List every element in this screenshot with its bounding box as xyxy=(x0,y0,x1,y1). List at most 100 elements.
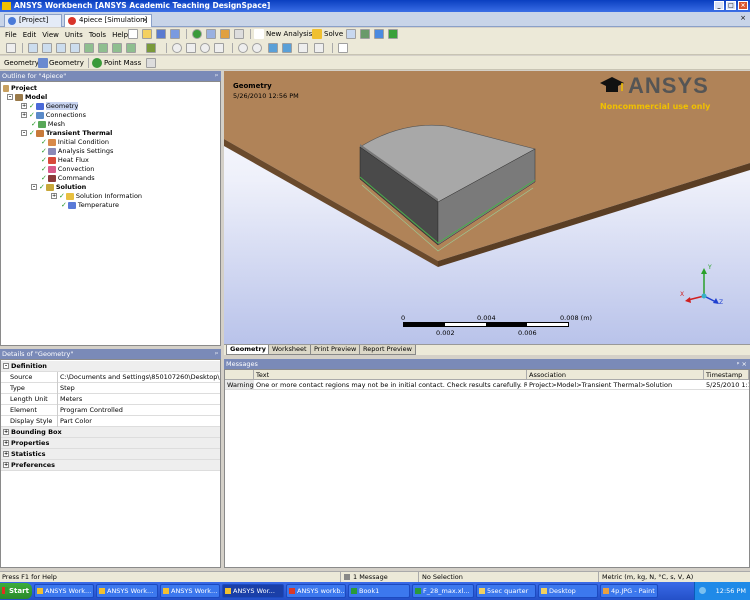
taskbar-item[interactable]: Book1 xyxy=(348,584,410,598)
tab-report-preview[interactable]: Report Preview xyxy=(359,345,416,355)
tree-item-connections[interactable]: + ✓ Connections xyxy=(21,111,86,120)
expand-icon[interactable]: + xyxy=(51,193,57,199)
geometry-label[interactable]: Geometry xyxy=(4,58,39,68)
vertex-select-icon[interactable] xyxy=(28,43,38,53)
set-view-icon[interactable] xyxy=(314,43,324,53)
export-icon[interactable] xyxy=(388,29,398,39)
select-tangent-icon[interactable] xyxy=(126,43,136,53)
edge-select-icon[interactable] xyxy=(42,43,52,53)
col-association[interactable]: Association xyxy=(527,370,704,380)
expand-icon[interactable]: + xyxy=(21,103,27,109)
tree-item-temperature[interactable]: ✓ Temperature xyxy=(61,201,119,210)
help-icon[interactable] xyxy=(234,29,244,39)
report-icon[interactable] xyxy=(220,29,230,39)
rotate-icon[interactable] xyxy=(172,43,182,53)
solve-button[interactable]: Solve xyxy=(324,29,343,39)
tree-item-solution-information[interactable]: + ✓ Solution Information xyxy=(51,192,142,201)
close-tab-icon[interactable]: × xyxy=(142,15,148,26)
expand-icon[interactable]: + xyxy=(3,429,9,435)
menu-file[interactable]: File xyxy=(2,31,20,39)
collapse-icon[interactable]: - xyxy=(3,363,9,369)
menu-tools[interactable]: Tools xyxy=(86,31,109,39)
section-bounding-box[interactable]: + Bounding Box xyxy=(1,427,220,438)
refresh-icon[interactable] xyxy=(192,29,202,39)
tab-print-preview[interactable]: Print Preview xyxy=(310,345,361,355)
section-definition[interactable]: - Definition xyxy=(1,361,220,372)
pan-icon[interactable] xyxy=(186,43,196,53)
point-mass-button[interactable]: Point Mass xyxy=(104,58,141,68)
taskbar-item[interactable]: ANSYS Work... xyxy=(34,584,94,598)
message-text[interactable]: One or more contact regions may not be i… xyxy=(254,380,527,390)
taskbar-item[interactable]: 5sec quarter xyxy=(476,584,536,598)
taskbar-item[interactable]: ANSYS Work... xyxy=(96,584,158,598)
zoom-icon[interactable] xyxy=(200,43,210,53)
taskbar-item[interactable]: ANSYS Work... xyxy=(160,584,220,598)
maximize-button[interactable]: □ xyxy=(726,1,736,10)
expand-icon[interactable]: + xyxy=(3,462,9,468)
taskbar-item-active[interactable]: ANSYS Wor... xyxy=(222,584,284,598)
extend-select-icon[interactable] xyxy=(84,43,94,53)
detail-row-display-style[interactable]: Display Style Part Color xyxy=(1,416,220,427)
graphics-viewport[interactable]: Geometry 5/26/2010 12:56 PM ANSYS Noncom… xyxy=(224,71,750,344)
detail-row-type[interactable]: Type Step xyxy=(1,383,220,394)
tab-worksheet[interactable]: Worksheet xyxy=(268,345,311,355)
solve-icon[interactable] xyxy=(312,29,322,39)
minimize-button[interactable]: _ xyxy=(714,1,724,10)
expand-icon[interactable]: + xyxy=(3,440,9,446)
zoom-fit-icon[interactable] xyxy=(238,43,248,53)
messages-pin-icon[interactable]: ᵖ × xyxy=(737,359,747,369)
col-timestamp[interactable]: Timestamp xyxy=(704,370,749,380)
select-mode-icon[interactable] xyxy=(6,43,16,53)
probe-icon[interactable] xyxy=(374,29,384,39)
tree-item-mesh[interactable]: ✓ Mesh xyxy=(31,120,65,129)
message-type[interactable]: Warning xyxy=(225,380,254,390)
tab-geometry-view[interactable]: Geometry xyxy=(226,345,270,355)
open-icon[interactable] xyxy=(142,29,152,39)
detail-row-source[interactable]: Source C:\Documents and Settings\85010726… xyxy=(1,372,220,383)
tree-item-project[interactable]: Project xyxy=(3,84,37,93)
collapse-icon[interactable]: - xyxy=(31,184,37,190)
box-zoom-icon[interactable] xyxy=(214,43,224,53)
details-pin-icon[interactable]: ᵖ xyxy=(215,349,218,359)
taskbar-item[interactable]: 4p.JPG - Paint xyxy=(600,584,658,598)
tab-simulation[interactable]: 4piece [Simulation] × xyxy=(64,14,152,27)
select-all-icon[interactable] xyxy=(112,43,122,53)
section-preferences[interactable]: + Preferences xyxy=(1,460,220,471)
status-messages[interactable]: 1 Message xyxy=(340,572,418,582)
tree-item-solution[interactable]: - ✓ Solution xyxy=(31,183,86,192)
expand-icon[interactable]: + xyxy=(21,112,27,118)
next-view-icon[interactable] xyxy=(282,43,292,53)
close-window-button[interactable]: × xyxy=(738,1,748,10)
tree-item-analysis-settings[interactable]: ✓ Analysis Settings xyxy=(41,147,113,156)
tree-item-initial-condition[interactable]: ✓ Initial Condition xyxy=(41,138,109,147)
tree-item-transient-thermal[interactable]: - ✓ Transient Thermal xyxy=(21,129,112,138)
body-select-icon[interactable] xyxy=(70,43,80,53)
collapse-icon[interactable]: - xyxy=(21,130,27,136)
detail-row-element-control[interactable]: Element ControlProgram Controlled xyxy=(1,405,220,416)
message-timestamp[interactable]: 5/25/2010 1:10 xyxy=(704,380,749,390)
graph-icon[interactable] xyxy=(206,29,216,39)
tabbar-close-icon[interactable]: × xyxy=(740,14,746,22)
coordinate-system-icon[interactable] xyxy=(146,58,156,68)
tree-item-convection[interactable]: ✓ Convection xyxy=(41,165,94,174)
col-type[interactable] xyxy=(225,370,254,380)
previous-view-icon[interactable] xyxy=(268,43,278,53)
col-text[interactable]: Text xyxy=(254,370,527,380)
outline-pin-icon[interactable]: ᵖ xyxy=(215,71,218,81)
save-icon[interactable] xyxy=(156,29,166,39)
tree-item-commands[interactable]: ✓ Commands xyxy=(41,174,95,183)
viewport-layout-icon[interactable] xyxy=(338,43,348,53)
tree-item-heat-flux[interactable]: ✓ Heat Flux xyxy=(41,156,89,165)
geometry-dropdown-button[interactable]: Geometry xyxy=(49,58,84,68)
menu-edit[interactable]: Edit xyxy=(20,31,40,39)
section-statistics[interactable]: + Statistics xyxy=(1,449,220,460)
network-icon[interactable] xyxy=(699,587,706,594)
expand-icon[interactable]: + xyxy=(3,451,9,457)
taskbar-item[interactable]: ANSYS workb... xyxy=(286,584,346,598)
face-select-icon[interactable] xyxy=(56,43,66,53)
detail-row-length-unit[interactable]: Length Unit Meters xyxy=(1,394,220,405)
tab-project[interactable]: [Project] xyxy=(4,14,62,27)
magnifier-icon[interactable] xyxy=(252,43,262,53)
named-selection-icon[interactable] xyxy=(146,43,156,53)
tree-item-model[interactable]: - Model xyxy=(7,93,47,102)
